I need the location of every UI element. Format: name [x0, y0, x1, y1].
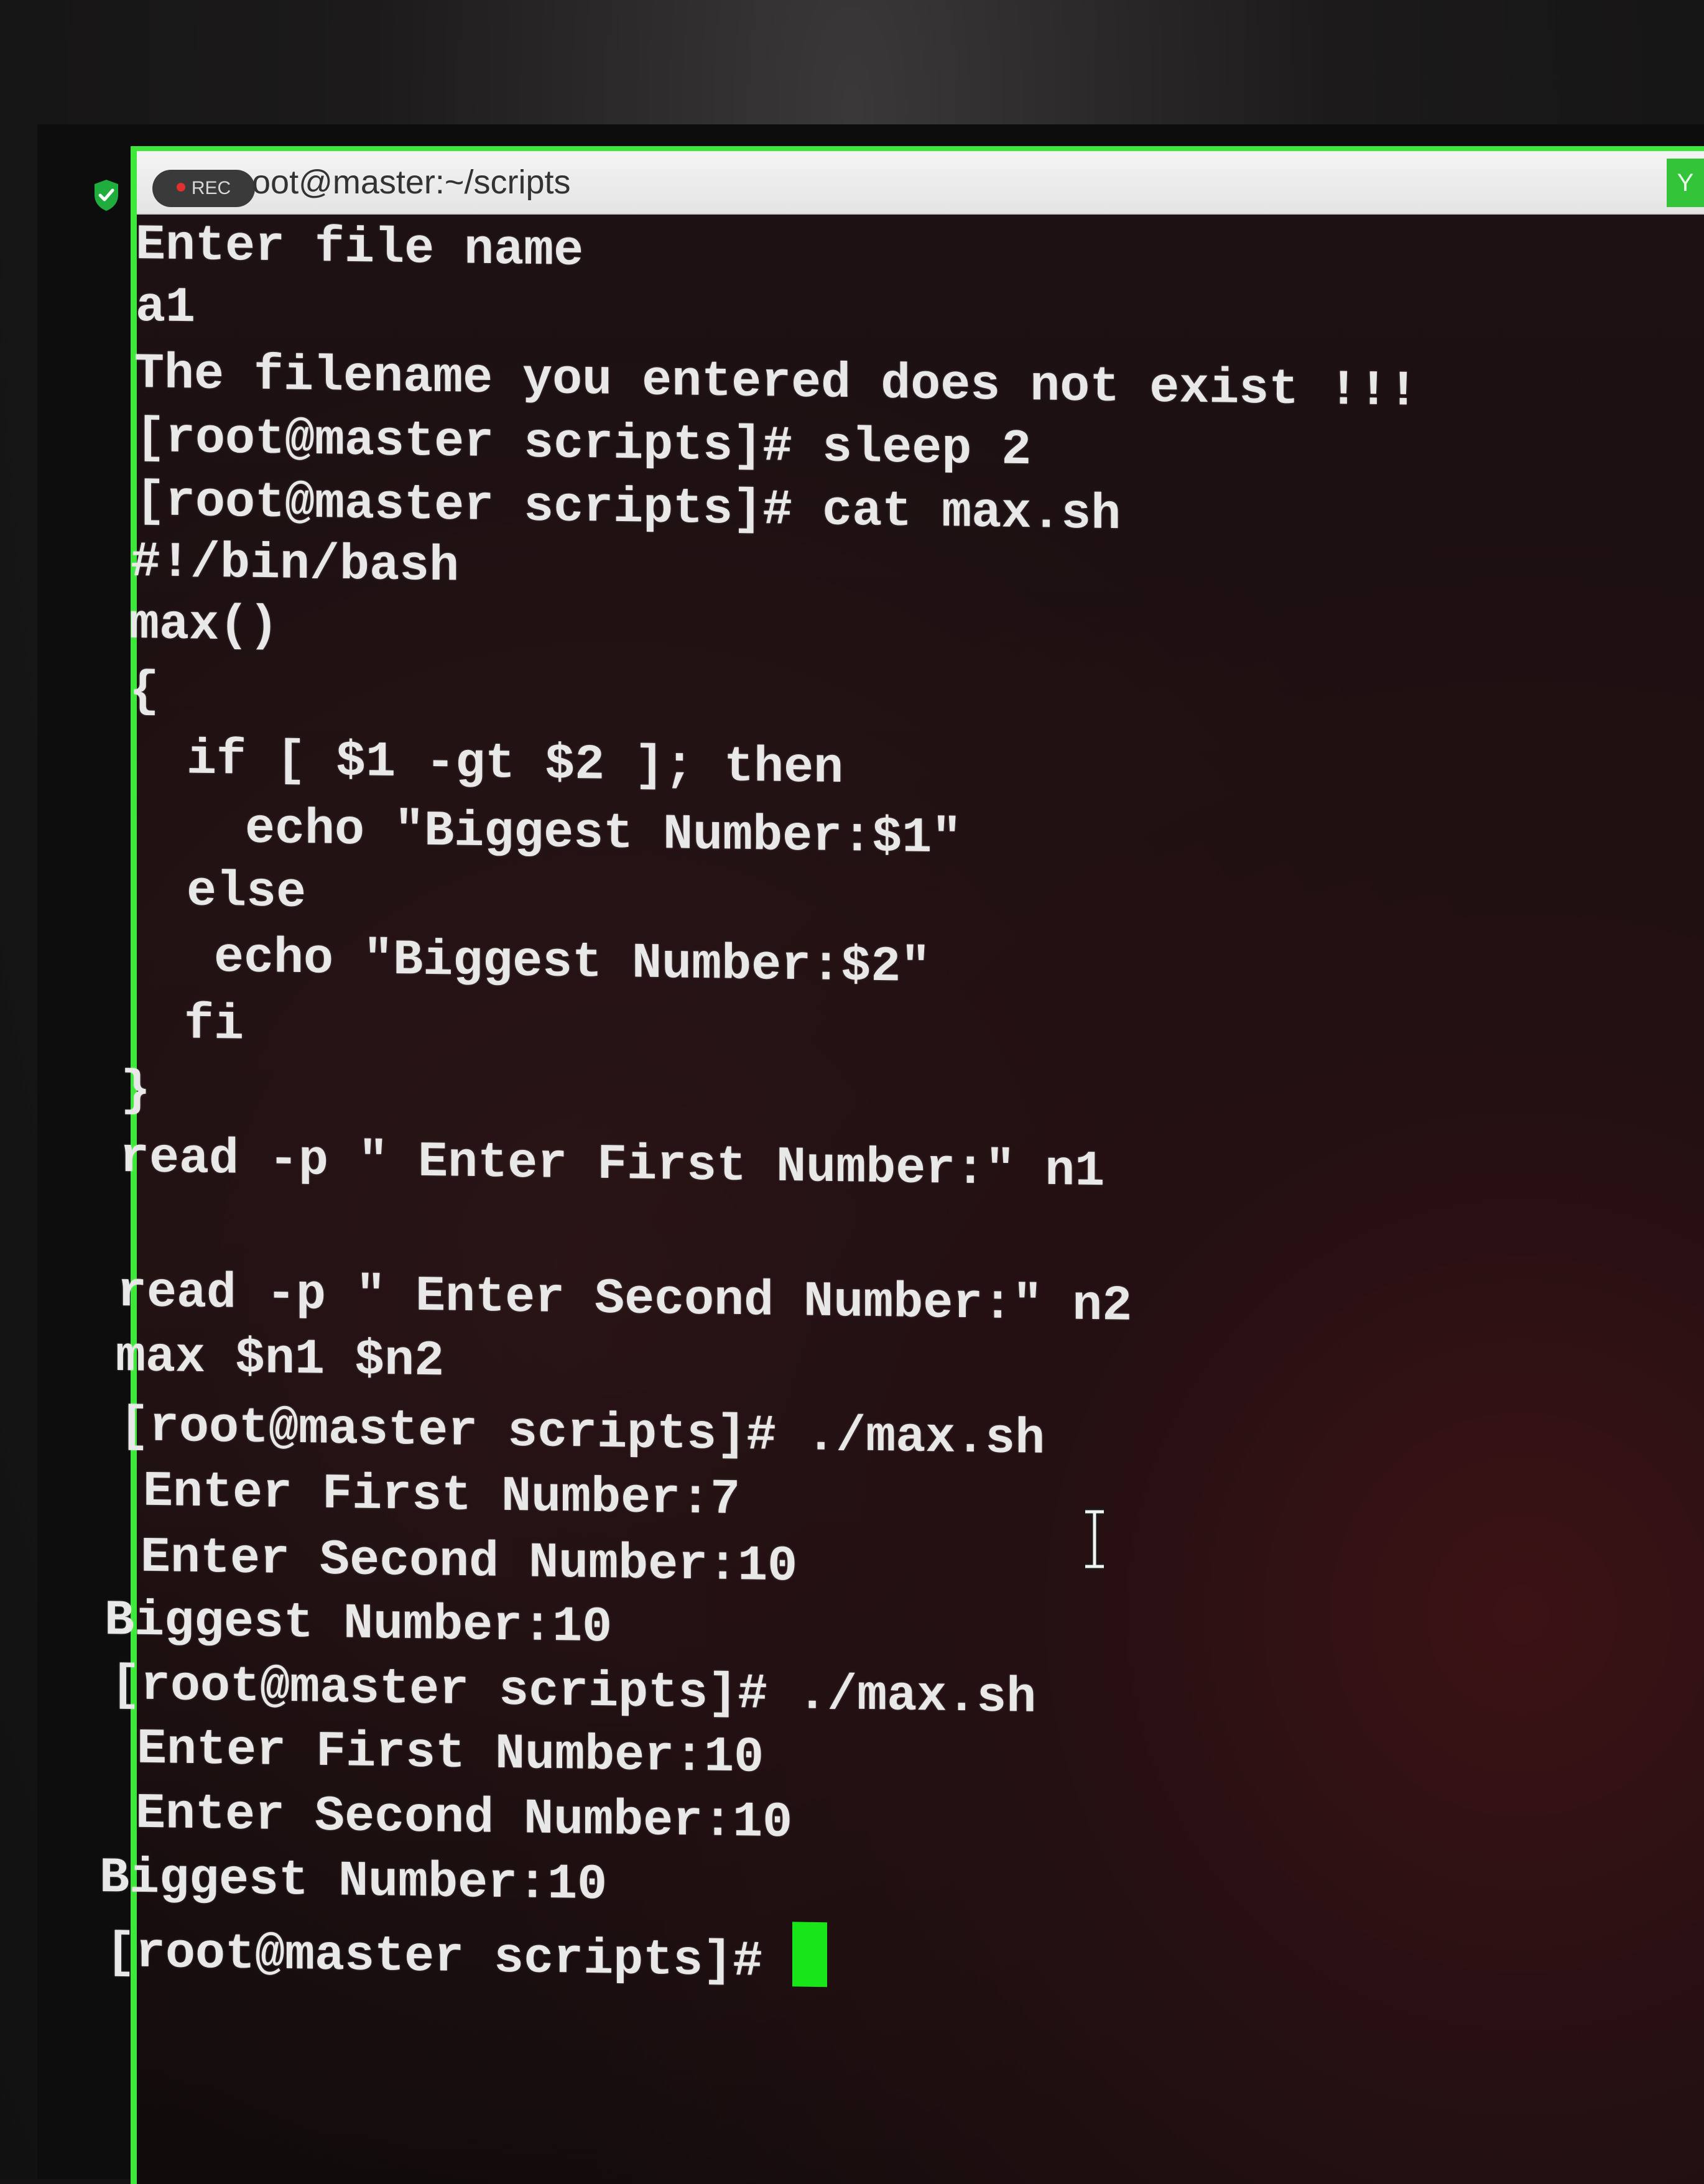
text-cursor — [792, 1922, 828, 1987]
terminal-line: read -p " Enter Second Number:" n2 — [117, 1264, 1132, 1335]
terminal-line: } — [121, 1063, 151, 1120]
terminal-line: [root@master scripts]# ./max.sh — [119, 1399, 1045, 1468]
terminal-line: echo "Biggest Number:$2" — [124, 928, 931, 997]
terminal-line: Enter First Number:10 — [107, 1721, 764, 1787]
terminal-line: Biggest Number:10 — [100, 1850, 608, 1914]
rec-dot-icon — [176, 183, 185, 192]
terminal-line: { — [129, 664, 160, 721]
terminal-line: [root@master scripts]# sleep 2 — [136, 410, 1032, 479]
terminal-line: Enter Second Number:10 — [111, 1529, 798, 1596]
terminal-line: Enter First Number:7 — [113, 1463, 741, 1529]
terminal-line: read -p " Enter First Number:" n1 — [119, 1130, 1105, 1201]
ibeam-cursor-icon — [1085, 1508, 1104, 1570]
terminal-line: a1 — [136, 279, 196, 337]
terminal-line: max $n1 $n2 — [116, 1329, 445, 1390]
window-title: oot@master:~/scripts — [252, 164, 571, 201]
terminal-line: echo "Biggest Number:$1" — [126, 799, 962, 868]
rec-label: REC — [191, 178, 231, 198]
terminal-line: Enter Second Number:10 — [106, 1785, 793, 1852]
terminal-line: Biggest Number:10 — [104, 1593, 613, 1657]
terminal-output[interactable]: Enter file name a1 The filename you ente… — [100, 215, 1628, 2142]
rec-badge[interactable]: REC — [152, 170, 255, 207]
terminal-line: else — [127, 863, 307, 922]
terminal-line: fi — [124, 996, 244, 1054]
terminal-line: Enter file name — [136, 217, 584, 280]
terminal-prompt-line[interactable]: [root@master scripts]# — [106, 1912, 828, 1991]
terminal-prompt: [root@master scripts]# — [106, 1925, 793, 1991]
terminal-line: #!/bin/bash — [131, 534, 460, 596]
window-titlebar[interactable]: REC oot@master:~/scripts Y — [137, 151, 1704, 215]
terminal-line: [root@master scripts]# ./max.sh — [111, 1657, 1037, 1727]
terminal-line: max() — [129, 596, 279, 655]
shield-icon[interactable] — [92, 178, 121, 212]
corner-tab[interactable]: Y — [1667, 159, 1704, 207]
terminal-line: if [ $1 -gt $2 ]; then — [127, 731, 844, 798]
